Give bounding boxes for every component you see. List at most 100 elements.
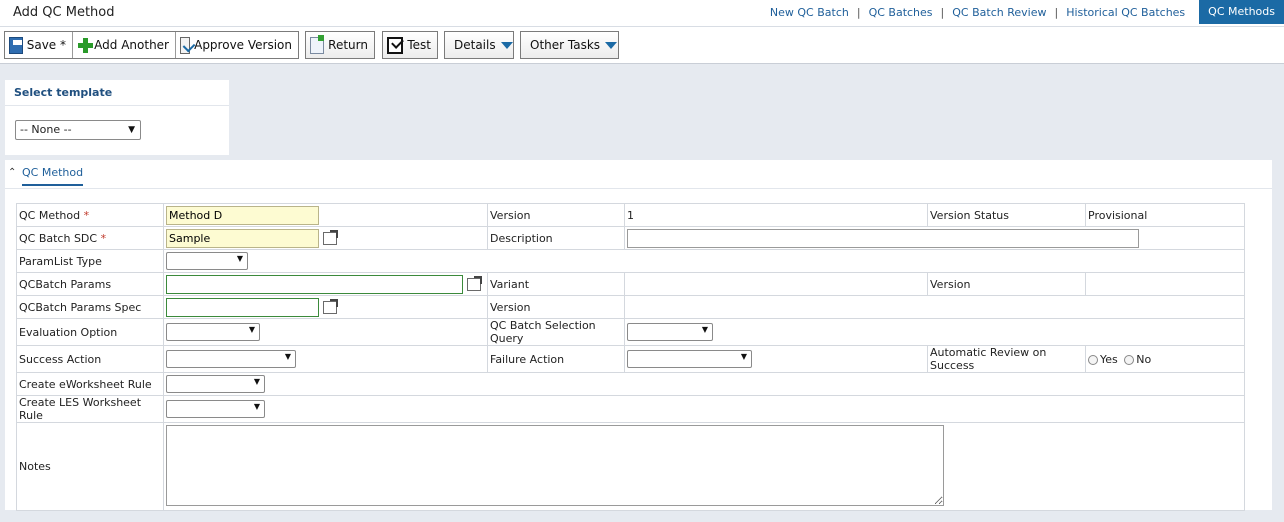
open-lookup-icon[interactable] (323, 230, 338, 245)
template-select[interactable]: -- None -- (15, 120, 141, 140)
approve-icon (180, 36, 191, 54)
description-cell (624, 226, 1245, 250)
test-button[interactable]: Test (382, 31, 438, 59)
qc-batch-sdc-input[interactable] (166, 228, 319, 248)
evaluation-option-cell (163, 318, 488, 346)
paramlist-type-label: ParamList Type (16, 249, 164, 273)
automatic-review-yes-radio[interactable] (1088, 354, 1098, 365)
variant-label: Variant (487, 272, 625, 296)
test-label: Test (407, 38, 431, 52)
add-another-label: Add Another (94, 38, 169, 52)
qc-batch-selection-query-select[interactable] (627, 323, 713, 341)
qc-batch-selection-query-label: QC Batch Selection Query (487, 318, 625, 346)
qc-batch-sdc-label: QC Batch SDC * (16, 226, 164, 250)
evaluation-option-label: Evaluation Option (16, 318, 164, 346)
chevron-down-icon (605, 41, 618, 49)
section-header: ⌃ QC Method (5, 160, 1272, 189)
qc-batch-sdc-cell (163, 226, 488, 250)
success-action-label: Success Action (16, 345, 164, 373)
failure-action-label: Failure Action (487, 345, 625, 373)
qcbatch-params-cell (163, 272, 488, 296)
paramlist-type-cell (163, 249, 1245, 273)
divider (5, 105, 229, 106)
template-panel: Select template -- None -- (5, 80, 229, 155)
params-version-value (1085, 272, 1245, 296)
return-label: Return (328, 38, 368, 52)
save-label: Save * (26, 38, 66, 52)
paramlist-type-select[interactable] (166, 252, 248, 270)
notes-cell (163, 422, 1245, 511)
save-icon (9, 36, 23, 54)
form-row: Create eWorksheet Rule (16, 372, 1245, 396)
create-les-worksheet-rule-select[interactable] (166, 400, 265, 418)
automatic-review-no-radio[interactable] (1124, 354, 1135, 365)
nav-link-qc-batches[interactable]: QC Batches (861, 6, 941, 19)
page-title: Add QC Method (13, 5, 115, 20)
success-action-cell (163, 345, 488, 373)
other-tasks-menu-button[interactable]: Other Tasks (520, 31, 619, 59)
approve-version-button[interactable]: Approve Version (175, 32, 298, 58)
create-eworksheet-rule-cell (163, 372, 1245, 396)
notes-textarea[interactable] (166, 425, 944, 506)
form-row: QC Batch SDC * Description (16, 226, 1245, 250)
automatic-review-cell: Yes No (1085, 345, 1245, 373)
return-button[interactable]: Return (305, 31, 375, 59)
version-status-label: Version Status (927, 203, 1086, 227)
qc-method-label: QC Method * (16, 203, 164, 227)
create-eworksheet-rule-select[interactable] (166, 375, 265, 393)
open-lookup-icon[interactable] (323, 299, 338, 314)
evaluation-option-select[interactable] (166, 323, 260, 341)
qc-method-cell (163, 203, 488, 227)
nav-link-historical-qc-batches[interactable]: Historical QC Batches (1058, 6, 1193, 19)
toolbar-main-group: Save * Add Another Approve Version (4, 31, 299, 59)
qcbatch-params-input[interactable] (166, 274, 463, 294)
spec-version-label: Version (487, 295, 625, 319)
details-menu-button[interactable]: Details (444, 31, 514, 59)
params-version-label: Version (927, 272, 1086, 296)
top-nav: New QC Batch | QC Batches | QC Batch Rev… (762, 0, 1284, 24)
qcbatch-params-label: QCBatch Params (16, 272, 164, 296)
no-label: No (1136, 352, 1152, 366)
checkbox-icon (387, 36, 404, 54)
nav-link-qc-methods[interactable]: QC Methods (1199, 0, 1284, 24)
form-row: Success Action Failure Action Automatic … (16, 345, 1245, 373)
open-lookup-icon[interactable] (467, 276, 482, 291)
yes-label: Yes (1100, 352, 1118, 366)
details-label: Details (454, 38, 496, 52)
form-row: QC Method * Version 1 Version Status Pro… (16, 203, 1245, 227)
description-input[interactable] (627, 228, 1139, 248)
chevron-down-icon (500, 41, 513, 49)
qcbatch-params-spec-input[interactable] (166, 297, 319, 317)
version-label: Version (487, 203, 625, 227)
form-row: Evaluation Option QC Batch Selection Que… (16, 318, 1245, 346)
create-les-worksheet-rule-label: Create LES Worksheet Rule (16, 395, 164, 423)
failure-action-cell (624, 345, 928, 373)
save-button[interactable]: Save * (5, 32, 72, 58)
chevron-up-icon[interactable]: ⌃ (8, 167, 16, 178)
nav-link-new-qc-batch[interactable]: New QC Batch (762, 6, 857, 19)
form-row: Create LES Worksheet Rule (16, 395, 1245, 423)
form-row: QCBatch Params Spec Version (16, 295, 1245, 319)
nav-link-qc-batch-review[interactable]: QC Batch Review (944, 6, 1054, 19)
form-row: ParamList Type (16, 249, 1245, 273)
add-icon (77, 37, 94, 54)
qc-method-input[interactable] (166, 205, 319, 225)
tab-qc-method[interactable]: QC Method (22, 166, 84, 186)
version-value: 1 (624, 203, 928, 227)
qc-batch-selection-query-cell (624, 318, 1245, 346)
version-status-value: Provisional (1085, 203, 1245, 227)
header-bar: Add QC Method New QC Batch | QC Batches … (0, 0, 1284, 27)
other-tasks-label: Other Tasks (530, 38, 601, 52)
success-action-select[interactable] (166, 350, 296, 368)
template-title: Select template (14, 86, 113, 99)
toolbar: Save * Add Another Approve Version Retur… (0, 27, 1284, 64)
return-icon (310, 34, 325, 54)
automatic-review-label: Automatic Review on Success (927, 345, 1086, 373)
variant-value (624, 272, 928, 296)
add-another-button[interactable]: Add Another (72, 32, 175, 58)
create-les-worksheet-rule-cell (163, 395, 1245, 423)
form-row: Notes (16, 422, 1245, 511)
qc-method-form: QC Method * Version 1 Version Status Pro… (16, 203, 1245, 511)
approve-version-label: Approve Version (194, 38, 292, 52)
failure-action-select[interactable] (627, 350, 752, 368)
